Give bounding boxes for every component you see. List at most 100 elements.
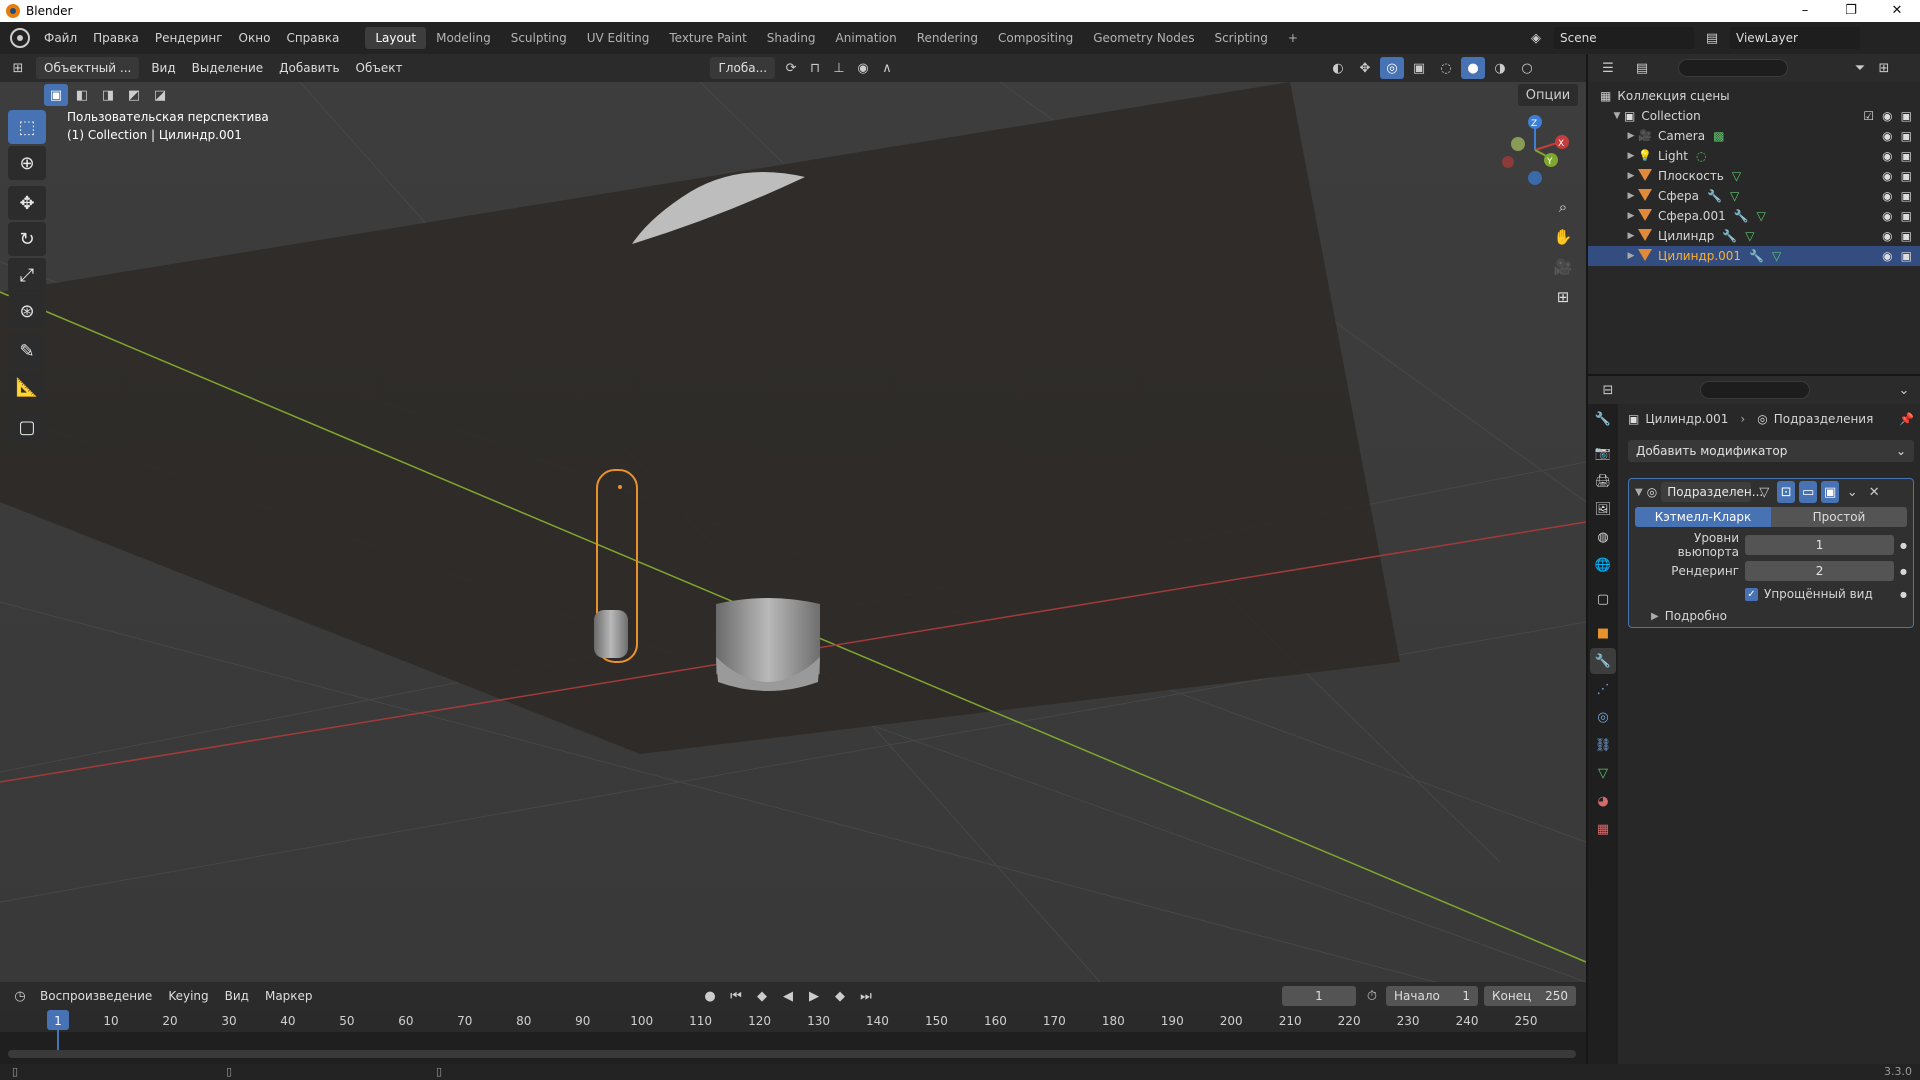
- simple-option[interactable]: Простой: [1771, 507, 1907, 527]
- keyframe-dot-icon[interactable]: ●: [1900, 567, 1907, 576]
- view-layer-tab-icon[interactable]: 🖼: [1590, 496, 1616, 522]
- constraints-tab-icon[interactable]: ⛓: [1590, 732, 1616, 758]
- tab-modeling[interactable]: Modeling: [426, 27, 501, 49]
- modifier-menu-icon[interactable]: ⌄: [1843, 481, 1861, 503]
- mesh-data-icon[interactable]: ▽: [1757, 209, 1766, 223]
- eye-icon[interactable]: ◉: [1882, 249, 1892, 263]
- light-data-icon[interactable]: ◌: [1696, 149, 1706, 163]
- expand-triangle-icon[interactable]: ▶: [1624, 231, 1638, 241]
- snap-target-icon[interactable]: ⊥: [827, 57, 851, 79]
- world-tab-icon[interactable]: 🌐: [1590, 552, 1616, 578]
- mode-dropdown[interactable]: Объектный ...: [36, 57, 140, 79]
- mesh-data-icon[interactable]: ▽: [1732, 169, 1741, 183]
- editor-type-icon[interactable]: ⊞: [6, 57, 30, 79]
- record-icon[interactable]: ●: [698, 985, 722, 1007]
- mesh-data-icon[interactable]: ▽: [1745, 229, 1754, 243]
- outliner-item[interactable]: ▶ Плоскость ▽ ◉ ▣: [1588, 166, 1920, 186]
- menu-window[interactable]: Окно: [231, 31, 279, 45]
- expand-triangle-icon[interactable]: ▶: [1624, 251, 1638, 261]
- scene-selector-icon[interactable]: ◈: [1524, 27, 1548, 49]
- keyframe-dot-icon[interactable]: ●: [1900, 541, 1907, 550]
- outliner-item[interactable]: ▶ Сфера.001 🔧 ▽ ◉ ▣: [1588, 206, 1920, 226]
- render-tab-icon[interactable]: 📷: [1590, 440, 1616, 466]
- tab-sculpting[interactable]: Sculpting: [501, 27, 577, 49]
- pivot-icon[interactable]: ⟳: [779, 57, 803, 79]
- menu-keying[interactable]: Keying: [160, 989, 216, 1003]
- mesh-data-icon[interactable]: ▽: [1730, 189, 1739, 203]
- menu-file[interactable]: Файл: [36, 31, 85, 45]
- eye-icon[interactable]: ◉: [1882, 129, 1892, 143]
- material-tab-icon[interactable]: ◕: [1590, 788, 1616, 814]
- select-new-icon[interactable]: ▣: [44, 84, 68, 106]
- outliner-editor-icon[interactable]: ☰: [1596, 57, 1620, 79]
- end-frame-field[interactable]: Конец 250: [1484, 986, 1576, 1006]
- camera-render-icon[interactable]: ▣: [1901, 209, 1912, 223]
- collection-row[interactable]: ▼ ▣ Collection ☑ ◉ ▣: [1588, 106, 1920, 126]
- rotate-tool-icon[interactable]: ↻: [8, 222, 46, 256]
- transform-tool-icon[interactable]: ⊛: [8, 294, 46, 328]
- outliner-item[interactable]: ▶ Цилиндр 🔧 ▽ ◉ ▣: [1588, 226, 1920, 246]
- eye-icon[interactable]: ◉: [1882, 209, 1892, 223]
- rendered-shading-icon[interactable]: ○: [1515, 57, 1539, 79]
- tab-texture-paint[interactable]: Texture Paint: [659, 27, 756, 49]
- camera-render-icon[interactable]: ▣: [1901, 129, 1912, 143]
- tab-animation[interactable]: Animation: [826, 27, 907, 49]
- expand-triangle-icon[interactable]: ▶: [1624, 131, 1638, 141]
- tab-compositing[interactable]: Compositing: [988, 27, 1083, 49]
- menu-select[interactable]: Выделение: [184, 61, 271, 75]
- expand-triangle-icon[interactable]: ▶: [1624, 151, 1638, 161]
- modifier-wrench-icon[interactable]: 🔧: [1734, 209, 1749, 223]
- gizmo-toggle-icon[interactable]: ✥: [1353, 57, 1377, 79]
- menu-add[interactable]: Добавить: [271, 61, 347, 75]
- camera-render-icon[interactable]: ▣: [1901, 189, 1912, 203]
- tab-uv-editing[interactable]: UV Editing: [577, 27, 660, 49]
- select-invert-icon[interactable]: ◩: [122, 84, 146, 106]
- cylinder-object[interactable]: [716, 598, 820, 691]
- blender-menu-icon[interactable]: [10, 28, 30, 48]
- camera-render-icon[interactable]: ▣: [1901, 149, 1912, 163]
- modifier-tab-icon[interactable]: 🔧: [1590, 648, 1616, 674]
- preview-range-icon[interactable]: ⏱: [1360, 985, 1384, 1007]
- cage-toggle-icon[interactable]: ⊡: [1777, 481, 1796, 503]
- menu-edit[interactable]: Правка: [85, 31, 147, 45]
- filter-icon[interactable]: ⏷: [1848, 57, 1872, 79]
- simplified-checkbox[interactable]: ✓: [1745, 587, 1758, 601]
- advanced-subpanel[interactable]: ▶ Подробно: [1651, 609, 1907, 623]
- camera-render-icon[interactable]: ▣: [1901, 109, 1912, 123]
- select-intersect-icon[interactable]: ◪: [148, 84, 172, 106]
- outliner-search-input[interactable]: [1678, 59, 1788, 77]
- view-layer-icon[interactable]: ▤: [1700, 27, 1724, 49]
- eye-icon[interactable]: ◉: [1882, 169, 1892, 183]
- scale-tool-icon[interactable]: ⤢: [8, 258, 46, 292]
- zoom-icon[interactable]: ⌕: [1548, 192, 1578, 222]
- cursor-tool-icon[interactable]: ⊕: [8, 146, 46, 180]
- tab-geometry-nodes[interactable]: Geometry Nodes: [1083, 27, 1204, 49]
- particles-tab-icon[interactable]: ⋰: [1590, 676, 1616, 702]
- modifier-wrench-icon[interactable]: 🔧: [1722, 229, 1737, 243]
- eye-icon[interactable]: ◉: [1882, 109, 1892, 123]
- select-box-tool-icon[interactable]: ⬚: [8, 110, 46, 144]
- material-shading-icon[interactable]: ◑: [1488, 57, 1512, 79]
- measure-tool-icon[interactable]: 📐: [8, 370, 46, 404]
- expand-triangle-icon[interactable]: ▶: [1624, 191, 1638, 201]
- properties-search-input[interactable]: [1700, 381, 1810, 399]
- timeline-area[interactable]: 1 10 20 30 40 50 60 70 80 90 100 110 120 130 140 150 160…: [0, 1010, 1586, 1064]
- eye-icon[interactable]: ◉: [1882, 229, 1892, 243]
- expand-triangle-icon[interactable]: ▶: [1624, 211, 1638, 221]
- view-layer-field[interactable]: ViewLayer: [1730, 27, 1860, 49]
- camera-render-icon[interactable]: ▣: [1901, 249, 1912, 263]
- scene-collection-row[interactable]: ▦ Коллекция сцены: [1588, 86, 1920, 106]
- scene-tab-icon[interactable]: ◍: [1590, 524, 1616, 550]
- new-collection-icon[interactable]: ⊞: [1872, 57, 1896, 79]
- pin-icon[interactable]: 📌: [1899, 412, 1914, 426]
- remove-modifier-icon[interactable]: ✕: [1865, 481, 1883, 503]
- jump-start-icon[interactable]: ⏮: [724, 985, 748, 1007]
- physics-tab-icon[interactable]: ◎: [1590, 704, 1616, 730]
- outliner-item[interactable]: ▶ 💡 Light ◌ ◉ ▣: [1588, 146, 1920, 166]
- close-button[interactable]: ✕: [1874, 0, 1920, 22]
- play-icon[interactable]: ▶: [802, 985, 826, 1007]
- play-reverse-icon[interactable]: ◀: [776, 985, 800, 1007]
- camera-data-icon[interactable]: ▩: [1713, 129, 1724, 143]
- menu-playback[interactable]: Воспроизведение: [32, 989, 160, 1003]
- data-tab-icon[interactable]: ▽: [1590, 760, 1616, 786]
